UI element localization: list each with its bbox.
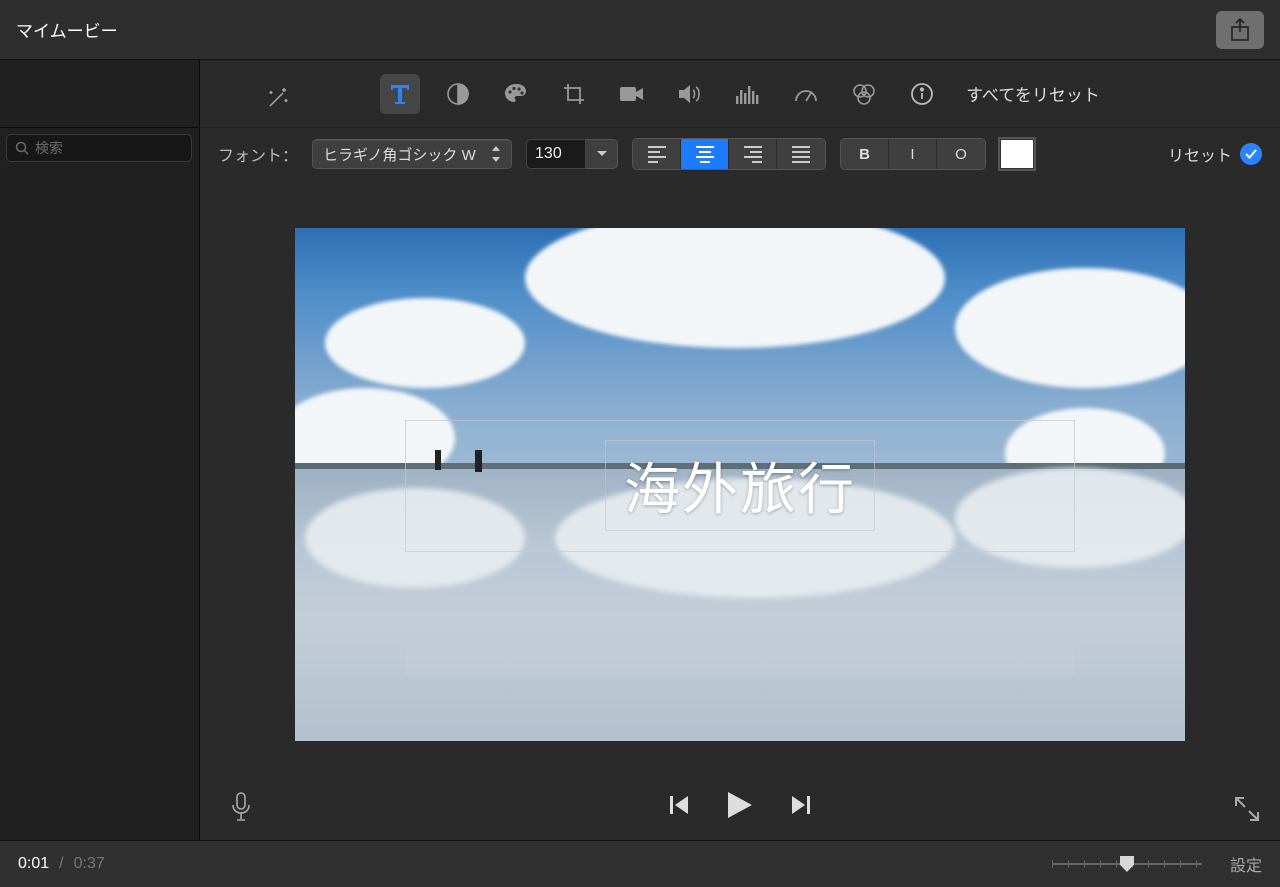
equalizer-tool[interactable] — [728, 74, 768, 114]
alignment-group — [632, 138, 826, 170]
transport-controls — [200, 770, 1280, 840]
font-family-select[interactable]: ヒラギノ角ゴシック W — [312, 139, 512, 169]
font-size-dropdown[interactable] — [586, 139, 618, 169]
info-icon — [910, 82, 934, 106]
palette-icon — [503, 82, 529, 106]
zoom-thumb[interactable] — [1120, 856, 1134, 872]
project-title: マイムービー — [16, 17, 118, 42]
italic-button[interactable]: I — [889, 139, 937, 169]
check-icon — [1240, 143, 1262, 165]
magic-wand-button[interactable] — [258, 78, 298, 118]
align-justify-button[interactable] — [777, 139, 825, 169]
font-label: フォント： — [218, 142, 298, 166]
crop-icon — [562, 82, 586, 106]
sidebar-top — [0, 60, 199, 128]
align-left-button[interactable] — [633, 139, 681, 169]
bold-button[interactable]: B — [841, 139, 889, 169]
chevron-down-icon — [596, 150, 608, 158]
filter-tool[interactable] — [438, 74, 478, 114]
fullscreen-button[interactable] — [1234, 796, 1260, 822]
font-size-value[interactable]: 130 — [526, 139, 586, 169]
search-input[interactable]: 検索 — [6, 134, 192, 162]
info-tool[interactable] — [902, 74, 942, 114]
overlap-circles-icon — [850, 82, 878, 106]
contrast-icon — [446, 82, 470, 106]
subtitle-text-box[interactable] — [405, 646, 1075, 676]
color-balance-tool[interactable] — [844, 74, 884, 114]
video-preview[interactable]: 海外旅行 — [295, 228, 1185, 741]
search-icon — [15, 141, 29, 155]
play-icon — [726, 790, 754, 820]
zoom-slider[interactable] — [1052, 854, 1202, 874]
share-button[interactable] — [1216, 11, 1264, 49]
expand-icon — [1234, 796, 1260, 822]
text-icon — [387, 81, 413, 107]
time-separator: / — [59, 855, 63, 873]
crop-tool[interactable] — [554, 74, 594, 114]
sidebar: 検索 — [0, 60, 200, 840]
prev-frame-button[interactable] — [668, 794, 690, 816]
outline-button[interactable]: O — [937, 139, 985, 169]
total-time: 0:37 — [74, 855, 105, 873]
adjustments-toolbar: すべてをリセット — [200, 60, 1280, 128]
share-icon — [1230, 18, 1250, 42]
font-controls-bar: フォント： ヒラギノ角ゴシック W 130 B I O — [200, 128, 1280, 180]
title-text-box[interactable]: 海外旅行 — [405, 420, 1075, 552]
stabilize-tool[interactable] — [612, 74, 652, 114]
skip-back-icon — [668, 794, 690, 816]
align-right-button[interactable] — [729, 139, 777, 169]
wand-icon — [265, 85, 291, 111]
settings-button[interactable]: 設定 — [1230, 852, 1262, 876]
next-frame-button[interactable] — [790, 794, 812, 816]
dropdown-updown-icon — [491, 146, 501, 162]
microphone-icon — [230, 792, 252, 822]
current-time: 0:01 — [18, 855, 49, 873]
speedometer-icon — [793, 83, 819, 105]
search-placeholder: 検索 — [35, 138, 63, 158]
volume-icon — [677, 83, 703, 105]
style-group: B I O — [840, 138, 986, 170]
voiceover-button[interactable] — [230, 792, 252, 822]
color-tool[interactable] — [496, 74, 536, 114]
font-size-control[interactable]: 130 — [526, 139, 618, 169]
reset-button[interactable]: リセット — [1168, 142, 1262, 166]
footer-bar: 0:01 / 0:37 設定 — [0, 840, 1280, 887]
play-button[interactable] — [726, 790, 754, 820]
title-bar: マイムービー — [0, 0, 1280, 60]
skip-forward-icon — [790, 794, 812, 816]
title-text[interactable]: 海外旅行 — [605, 440, 875, 531]
titles-tool[interactable] — [380, 74, 420, 114]
reset-all-button[interactable]: すべてをリセット — [966, 81, 1100, 106]
align-center-button[interactable] — [681, 139, 729, 169]
equalizer-icon — [735, 84, 761, 104]
speed-tool[interactable] — [786, 74, 826, 114]
volume-tool[interactable] — [670, 74, 710, 114]
camera-icon — [619, 83, 645, 105]
text-color-swatch[interactable] — [1000, 139, 1034, 169]
